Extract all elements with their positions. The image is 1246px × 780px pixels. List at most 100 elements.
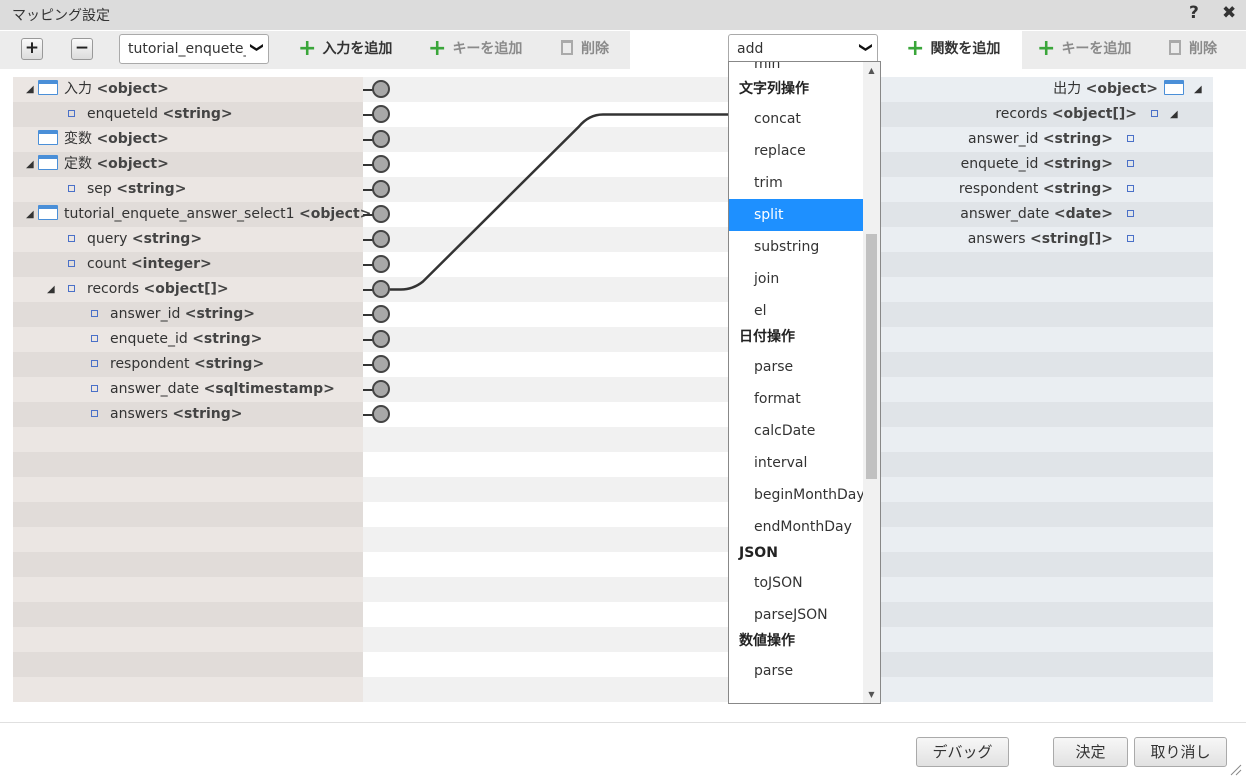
input-port-circle[interactable] — [372, 305, 390, 323]
expand-toggle-icon[interactable]: ◢ — [26, 77, 34, 102]
input-port-circle[interactable] — [372, 80, 390, 98]
expand-toggle-icon[interactable]: ◢ — [1194, 77, 1202, 102]
dropdown-option[interactable]: substring — [729, 231, 863, 263]
dropdown-option[interactable]: calcDate — [729, 415, 863, 447]
input-node[interactable]: count <integer> — [68, 252, 212, 277]
plus-icon: + — [1037, 36, 1056, 61]
input-node[interactable]: answer_id <string> — [91, 302, 255, 327]
input-port-circle[interactable] — [372, 280, 390, 298]
help-icon[interactable]: ? — [1189, 3, 1199, 23]
input-port-circle[interactable] — [372, 155, 390, 173]
ok-button[interactable]: 決定 — [1053, 737, 1128, 767]
input-node[interactable]: enquete_id <string> — [91, 327, 262, 352]
input-node-type: <string> — [162, 106, 233, 122]
input-node[interactable]: ◢ tutorial_enquete_answer_select1 <object… — [26, 202, 371, 227]
dropdown-option[interactable]: endMonthDay — [729, 511, 863, 543]
output-node[interactable]: records <object[]> — [995, 102, 1158, 127]
output-node[interactable]: 出力 <object> — [1053, 77, 1184, 102]
delete-label-right: 削除 — [1189, 41, 1217, 57]
dialog-titlebar: マッピング設定 ? ✖ — [0, 0, 1246, 30]
output-node[interactable]: answers <string[]> — [968, 227, 1134, 252]
input-node[interactable]: respondent <string> — [91, 352, 264, 377]
input-port-circle[interactable] — [372, 230, 390, 248]
add-key-label-right: キーを追加 — [1061, 41, 1132, 57]
dropdown-option[interactable]: parse — [729, 655, 863, 687]
dropdown-option[interactable]: replace — [729, 135, 863, 167]
input-port-circle[interactable] — [372, 205, 390, 223]
field-icon — [1127, 185, 1134, 192]
dropdown-option[interactable]: concat — [729, 103, 863, 135]
dropdown-option[interactable]: beginMonthDay — [729, 479, 865, 511]
input-port-circle[interactable] — [372, 405, 390, 423]
dropdown-option[interactable]: parse — [729, 351, 863, 383]
dropdown-option[interactable]: split — [729, 199, 863, 231]
input-node-name: 変数 — [64, 131, 97, 147]
output-node[interactable]: answer_date <date> — [960, 202, 1134, 227]
add-key-button-right[interactable]: + キーを追加 — [1037, 36, 1132, 61]
input-port-circle[interactable] — [372, 105, 390, 123]
input-node[interactable]: ◢ 入力 <object> — [26, 77, 169, 102]
delete-button-right[interactable]: 削除 — [1169, 38, 1217, 58]
dropdown-option[interactable]: parseJSON — [729, 599, 863, 631]
dropdown-group-header: 文字列操作 — [739, 81, 809, 97]
mapping-line[interactable] — [390, 113, 733, 291]
input-port-circle[interactable] — [372, 130, 390, 148]
input-port-circle[interactable] — [372, 330, 390, 348]
expand-toggle-icon[interactable]: ◢ — [26, 202, 34, 227]
input-node[interactable]: ◢ records <object[]> — [47, 277, 229, 302]
add-function-button[interactable]: + 関数を追加 — [906, 38, 1000, 60]
output-node[interactable]: enquete_id <string> — [961, 152, 1134, 177]
resize-grip-icon[interactable] — [1228, 762, 1242, 776]
function-select[interactable]: add ❯ — [728, 34, 878, 64]
input-node-name: 定数 — [64, 156, 97, 172]
cancel-button[interactable]: 取り消し — [1134, 737, 1227, 767]
input-node[interactable]: ◢ 定数 <object> — [26, 152, 169, 177]
dropdown-option[interactable]: interval — [729, 447, 863, 479]
input-node[interactable]: 変数 <object> — [38, 127, 169, 152]
dropdown-option[interactable]: join — [729, 263, 863, 295]
input-node-name: query — [87, 231, 132, 247]
function-dropdown-list[interactable]: min 文字列操作 concat replace trim split substring… — [728, 61, 881, 704]
collapse-all-button[interactable]: − — [71, 38, 93, 60]
expand-toggle-icon[interactable]: ◢ — [1170, 102, 1178, 127]
input-node[interactable]: sep <string> — [68, 177, 186, 202]
field-icon — [68, 285, 75, 292]
output-node-name: respondent — [958, 181, 1043, 197]
field-icon — [91, 360, 98, 367]
input-node-name: enquete_id — [110, 331, 193, 347]
dropdown-option[interactable]: trim — [729, 167, 863, 199]
expand-all-button[interactable]: + — [21, 38, 43, 60]
input-node-name: respondent — [110, 356, 194, 372]
scroll-down-icon[interactable]: ▼ — [863, 688, 880, 702]
dropdown-option[interactable]: toJSON — [729, 567, 863, 599]
expand-toggle-icon[interactable]: ◢ — [26, 152, 34, 177]
expand-toggle-icon[interactable]: ◢ — [47, 277, 55, 302]
input-port-circle[interactable] — [372, 180, 390, 198]
field-icon — [1127, 135, 1134, 142]
dropdown-option[interactable]: format — [729, 383, 863, 415]
input-node-type: <string> — [192, 331, 263, 347]
field-icon — [1127, 160, 1134, 167]
add-key-button-left[interactable]: + キーを追加 — [428, 38, 522, 60]
input-node[interactable]: answers <string> — [91, 402, 243, 427]
chevron-down-icon: ❯ — [858, 42, 874, 53]
output-node[interactable]: answer_id <string> — [968, 127, 1134, 152]
input-port-circle[interactable] — [372, 355, 390, 373]
dropdown-group-header: JSON — [739, 545, 778, 561]
output-node[interactable]: respondent <string> — [959, 177, 1134, 202]
dropdown-scrollbar-thumb[interactable] — [866, 234, 877, 479]
close-icon[interactable]: ✖ — [1222, 3, 1236, 23]
input-port-circle[interactable] — [372, 380, 390, 398]
input-node[interactable]: query <string> — [68, 227, 202, 252]
dropdown-option[interactable]: el — [729, 295, 863, 327]
add-input-button[interactable]: + 入力を追加 — [298, 38, 392, 60]
debug-button[interactable]: デバッグ — [916, 737, 1009, 767]
delete-button-left[interactable]: 削除 — [561, 38, 609, 58]
input-port-circle[interactable] — [372, 255, 390, 273]
input-node[interactable]: enqueteId <string> — [68, 102, 233, 127]
field-icon — [1151, 110, 1158, 117]
input-source-select[interactable]: tutorial_enquete_answer_select1 ❯ — [119, 34, 269, 64]
scroll-up-icon[interactable]: ▲ — [863, 64, 880, 78]
footer-divider — [0, 722, 1246, 723]
input-node[interactable]: answer_date <sqltimestamp> — [91, 377, 335, 402]
